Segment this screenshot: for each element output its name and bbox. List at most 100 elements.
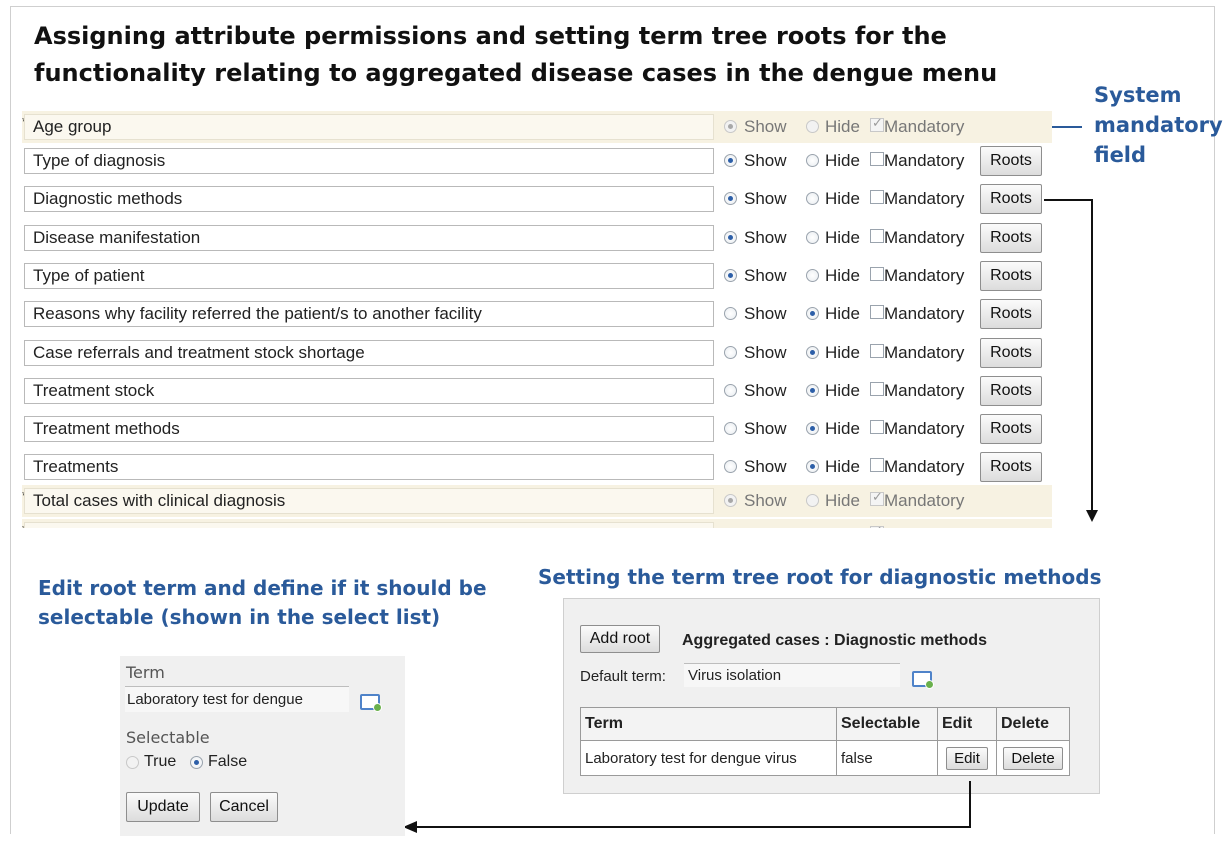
hide-radio[interactable] xyxy=(806,460,819,473)
mandatory-label: Mandatory xyxy=(884,304,965,323)
mandatory-checkbox[interactable] xyxy=(870,458,884,472)
hide-radio[interactable] xyxy=(806,192,819,205)
mandatory-checkbox[interactable] xyxy=(870,267,884,281)
update-button[interactable]: Update xyxy=(126,792,200,822)
show-radio[interactable] xyxy=(724,346,737,359)
headline-line-1: Assigning attribute permissions and sett… xyxy=(34,22,947,50)
show-radio xyxy=(724,120,737,133)
cancel-button[interactable]: Cancel xyxy=(210,792,278,822)
term-input[interactable] xyxy=(125,686,349,712)
permission-row: Reasons why facility referred the patien… xyxy=(22,298,1052,330)
permission-row: Treatments Show Hide Mandatory Roots xyxy=(22,451,1052,483)
mandatory-checkbox[interactable] xyxy=(870,382,884,396)
permission-row: Type of diagnosis Show Hide Mandatory Roots xyxy=(22,145,1052,177)
mandatory-checkbox[interactable] xyxy=(870,344,884,358)
roots-button[interactable]: Roots xyxy=(980,376,1042,406)
term-label: Term xyxy=(126,663,165,682)
roots-button[interactable]: Roots xyxy=(980,299,1042,329)
roots-connector-horizontal xyxy=(1044,199,1093,201)
edit-button[interactable]: Edit xyxy=(946,746,988,770)
show-label: Show xyxy=(744,151,787,170)
show-label: Show xyxy=(744,381,787,400)
selectable-false-radio[interactable] xyxy=(190,756,203,769)
edit-cell: Edit xyxy=(937,740,997,776)
attribute-permissions-panel: *Age groupShowHideMandatoryType of diagn… xyxy=(22,108,1052,528)
hide-radio[interactable] xyxy=(806,422,819,435)
edit-root-callout: Edit root term and define if it should b… xyxy=(38,574,518,632)
hide-label: Hide xyxy=(825,189,860,208)
table-row: Laboratory test for dengue virus false E… xyxy=(580,740,1070,776)
permission-row: *Total cases with clinical diagnosisShow… xyxy=(22,485,1052,517)
delete-button[interactable]: Delete xyxy=(1003,746,1063,770)
hide-label: Hide xyxy=(825,266,860,285)
show-radio xyxy=(724,494,737,507)
show-radio[interactable] xyxy=(724,192,737,205)
hide-label: Hide xyxy=(825,457,860,476)
hide-radio[interactable] xyxy=(806,307,819,320)
term-picker-icon[interactable] xyxy=(360,694,382,712)
show-radio[interactable] xyxy=(724,231,737,244)
show-radio[interactable] xyxy=(724,307,737,320)
hide-label: Hide xyxy=(825,151,860,170)
hide-label: Hide xyxy=(825,343,860,362)
add-root-button[interactable]: Add root xyxy=(580,625,660,653)
roots-button[interactable]: Roots xyxy=(980,146,1042,176)
show-radio[interactable] xyxy=(724,269,737,282)
root-panel-title: Aggregated cases : Diagnostic methods xyxy=(682,632,987,649)
mandatory-checkbox[interactable] xyxy=(870,190,884,204)
attribute-label: Treatments xyxy=(24,454,714,480)
mandatory-label: Mandatory xyxy=(884,381,965,400)
attribute-label: Total cases with clinical diagnosis xyxy=(24,488,714,514)
mandatory-label: Mandatory xyxy=(884,491,965,510)
hide-radio[interactable] xyxy=(806,154,819,167)
roots-button[interactable]: Roots xyxy=(980,338,1042,368)
selectable-false-label: False xyxy=(208,753,248,770)
roots-button[interactable]: Roots xyxy=(980,223,1042,253)
edit-connector-horizontal xyxy=(416,826,971,828)
edit-connector-vertical xyxy=(969,781,971,827)
default-term-input[interactable] xyxy=(684,663,900,687)
show-radio[interactable] xyxy=(724,384,737,397)
slide-headline: Assigning attribute permissions and sett… xyxy=(34,18,1034,92)
roots-button[interactable]: Roots xyxy=(980,261,1042,291)
show-label: Show xyxy=(744,304,787,323)
roots-button[interactable]: Roots xyxy=(980,184,1042,214)
roots-button[interactable]: Roots xyxy=(980,414,1042,444)
mandatory-checkbox[interactable] xyxy=(870,229,884,243)
permission-row: *Age groupShowHideMandatory xyxy=(22,111,1052,143)
mandatory-checkbox[interactable] xyxy=(870,152,884,166)
roots-button[interactable]: Roots xyxy=(980,452,1042,482)
mandatory-label: Mandatory xyxy=(884,117,965,136)
show-radio[interactable] xyxy=(724,422,737,435)
system-mandatory-callout: System mandatory field xyxy=(1094,80,1223,170)
edit-root-term-panel: Term Selectable True False Update Cancel xyxy=(120,656,405,836)
mandatory-checkbox[interactable] xyxy=(870,420,884,434)
hide-radio[interactable] xyxy=(806,231,819,244)
delete-cell: Delete xyxy=(996,740,1070,776)
hide-radio[interactable] xyxy=(806,346,819,359)
mandatory-checkbox xyxy=(870,115,884,132)
attribute-label: Case referrals and treatment stock short… xyxy=(24,340,714,366)
show-radio[interactable] xyxy=(724,460,737,473)
term-picker-icon[interactable] xyxy=(912,671,934,689)
selectable-true-radio[interactable] xyxy=(126,756,139,769)
default-term-label: Default term: xyxy=(580,668,666,685)
attribute-label: Age group xyxy=(24,114,714,140)
mandatory-checkbox[interactable] xyxy=(870,305,884,319)
callout-line: selectable (shown in the select list) xyxy=(38,605,441,629)
hide-radio[interactable] xyxy=(806,269,819,282)
hide-label: Hide xyxy=(825,228,860,247)
show-label: Show xyxy=(744,457,787,476)
show-radio[interactable] xyxy=(724,154,737,167)
mandatory-label: Mandatory xyxy=(884,228,965,247)
hide-radio xyxy=(806,120,819,133)
show-label: Show xyxy=(744,228,787,247)
headline-line-2: functionality relating to aggregated dis… xyxy=(34,59,998,87)
mandatory-label: Mandatory xyxy=(884,189,965,208)
permission-row: Case referrals and treatment stock short… xyxy=(22,337,1052,369)
hide-label: Hide xyxy=(825,419,860,438)
show-label: Show xyxy=(744,189,787,208)
attribute-label: Type of patient xyxy=(24,263,714,289)
hide-radio[interactable] xyxy=(806,384,819,397)
roots-connector-vertical xyxy=(1091,199,1093,511)
